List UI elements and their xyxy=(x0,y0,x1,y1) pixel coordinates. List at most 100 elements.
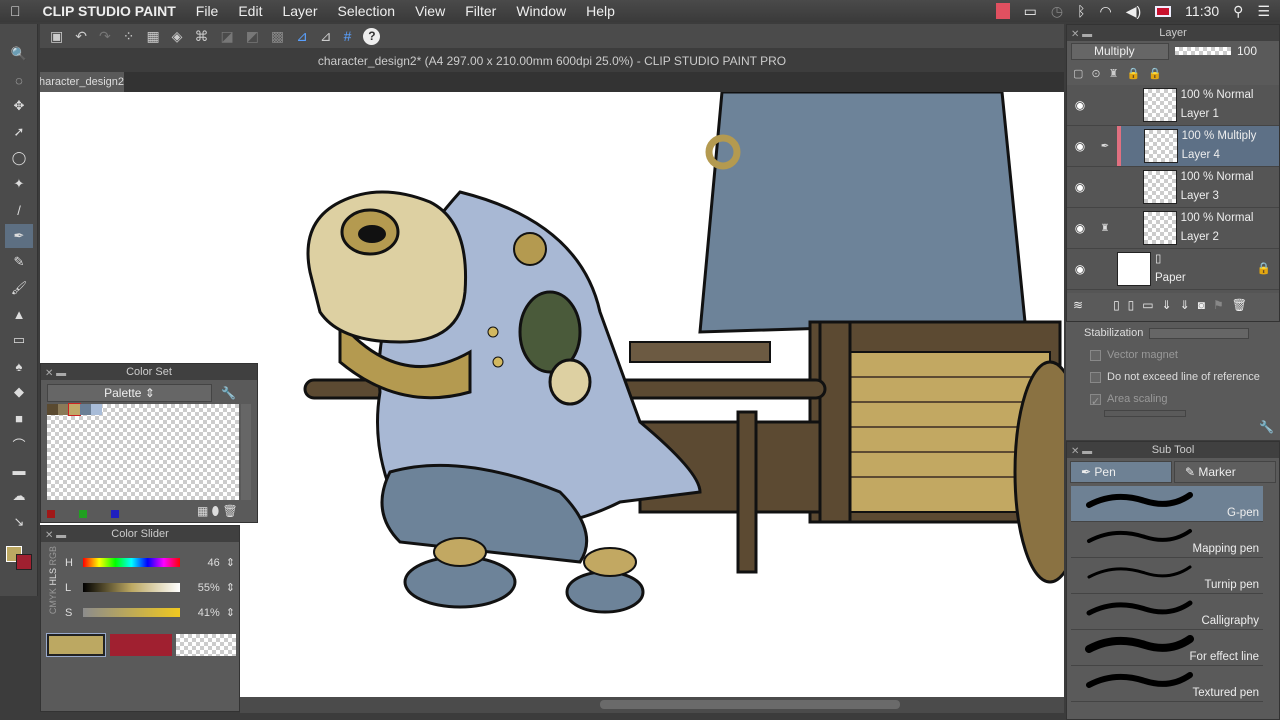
blend-mode-dropdown[interactable]: Multiply xyxy=(1071,42,1169,60)
layer-row[interactable]: ◉ ✒ 100 % Multiply Layer 4 xyxy=(1067,126,1279,167)
color-icon[interactable]: ▢ xyxy=(1073,67,1083,80)
bluetooth-icon[interactable]: ᛒ xyxy=(1077,3,1085,19)
main-color-box[interactable] xyxy=(46,633,106,657)
lock-transparent-icon[interactable]: 🔒 xyxy=(1148,67,1162,80)
move-tool-icon[interactable]: ✥ xyxy=(5,94,33,118)
gradient-tool-icon[interactable]: ■ xyxy=(5,406,33,430)
figure-tool-icon[interactable]: ⌒ xyxy=(5,432,33,456)
transparent-color-box[interactable] xyxy=(176,634,236,656)
mask-icon[interactable]: ◙ xyxy=(1198,298,1205,312)
panel-close-icon[interactable]: ✕ ▬ xyxy=(45,366,66,382)
delete-layer-icon[interactable]: 🗑 xyxy=(1232,298,1247,312)
eye-icon[interactable]: ◉ xyxy=(1067,180,1093,194)
area-scaling-checkbox[interactable]: ✓ xyxy=(1090,393,1101,408)
palette-dropdown[interactable]: Palette ⇕ xyxy=(47,384,212,402)
clear-outside-icon[interactable]: ◩ xyxy=(246,28,259,45)
menu-edit[interactable]: Edit xyxy=(228,3,272,19)
green-swatch[interactable] xyxy=(79,510,87,518)
saturation-value[interactable]: 41% xyxy=(180,607,220,619)
hue-slider[interactable] xyxy=(82,558,180,567)
volume-icon[interactable]: ◀) xyxy=(1126,3,1141,20)
clock[interactable]: 11:30 xyxy=(1185,3,1219,19)
frame-tool-icon[interactable]: ▬ xyxy=(5,458,33,482)
panel-close-icon[interactable]: ✕ ▬ xyxy=(1071,444,1092,460)
new-vector-layer-icon[interactable]: ▯ xyxy=(1128,298,1135,312)
menu-filter[interactable]: Filter xyxy=(455,3,506,19)
saturation-slider[interactable] xyxy=(82,608,180,617)
eye-icon[interactable]: ◉ xyxy=(1067,221,1093,235)
color-swatch[interactable] xyxy=(80,404,91,415)
menu-selection[interactable]: Selection xyxy=(328,3,406,19)
stabilization-slider[interactable] xyxy=(1149,327,1250,339)
search-icon[interactable]: ⚲ xyxy=(1233,3,1243,20)
eye-icon[interactable]: ◉ xyxy=(1067,98,1093,112)
eyedropper-icon[interactable]: / xyxy=(5,198,33,222)
tab-pen[interactable]: ✒ Pen xyxy=(1070,461,1172,483)
new-raster-layer-icon[interactable]: ▯ xyxy=(1113,298,1120,312)
balloon-tool-icon[interactable]: ☁ xyxy=(5,484,33,508)
menu-layer[interactable]: Layer xyxy=(272,3,327,19)
new-folder-icon[interactable]: ▭ xyxy=(1142,298,1153,312)
operation-tool-icon[interactable]: ➚ xyxy=(5,120,33,144)
layer-row[interactable]: ◉ 100 % Normal Layer 3 xyxy=(1067,167,1279,208)
layer-row[interactable]: ◉ ▯ Paper 🔒 xyxy=(1067,249,1279,290)
brush-item[interactable]: Turnip pen xyxy=(1071,558,1263,594)
panel-close-icon[interactable]: ✕ ▬ xyxy=(45,528,66,544)
list-icon[interactable]: ☰ xyxy=(1257,3,1270,20)
horizontal-scrollbar[interactable] xyxy=(240,697,1064,713)
layer-row[interactable]: ◉ 100 % Normal Layer 1 xyxy=(1067,85,1279,126)
lightness-value[interactable]: 55% xyxy=(180,582,220,594)
tab-hls[interactable]: HLS xyxy=(48,568,58,586)
zoom-tool-icon[interactable]: 🔍 xyxy=(5,42,33,66)
blue-swatch[interactable] xyxy=(111,510,119,518)
time-machine-icon[interactable]: ◷ xyxy=(1051,3,1063,20)
tab-document[interactable]: character_design2* xyxy=(40,72,124,92)
menu-view[interactable]: View xyxy=(405,3,455,19)
settings-icon[interactable]: 🔧 xyxy=(1259,420,1274,434)
magic-wand-icon[interactable]: ✦ xyxy=(5,172,33,196)
help-icon[interactable]: ? xyxy=(363,27,381,45)
undo-icon[interactable]: ↶ xyxy=(75,28,87,45)
vector-magnet-checkbox[interactable] xyxy=(1090,349,1101,361)
redo-icon[interactable]: ↷ xyxy=(99,28,111,45)
brush-item[interactable]: G-pen xyxy=(1071,486,1263,522)
brush-item[interactable]: For effect line xyxy=(1071,630,1263,666)
brush-tool-icon[interactable]: 🖌 xyxy=(5,276,33,300)
color-swatch[interactable] xyxy=(91,404,102,415)
swatch-scrollbar[interactable] xyxy=(241,404,251,500)
grid-snap-icon[interactable]: # xyxy=(344,28,352,44)
tab-cmyk[interactable]: CMYK xyxy=(48,588,58,614)
uk-flag-icon[interactable] xyxy=(1155,5,1172,17)
deselect-icon[interactable]: ⁘ xyxy=(123,28,135,45)
panel-close-icon[interactable]: ✕ ▬ xyxy=(1071,27,1092,43)
tab-rgb[interactable]: RGB xyxy=(48,546,58,566)
sub-color-box[interactable] xyxy=(110,634,172,656)
eraser-tool-icon[interactable]: ▭ xyxy=(5,328,33,352)
eye-icon[interactable]: ◉ xyxy=(1067,139,1093,153)
transform-icon[interactable]: ⌘ xyxy=(194,28,208,45)
lock-icon[interactable]: 🔒 xyxy=(1127,67,1141,80)
fill-tool-icon[interactable]: ◆ xyxy=(5,380,33,404)
select-all-icon[interactable]: ▦ xyxy=(146,28,159,45)
no-exceed-checkbox[interactable] xyxy=(1090,371,1101,383)
color-swatch[interactable] xyxy=(68,403,81,416)
tab-marker[interactable]: ✎ Marker xyxy=(1174,461,1276,483)
menu-help[interactable]: Help xyxy=(576,3,625,19)
ruler-snap-icon[interactable]: ⊿ xyxy=(296,28,308,45)
lock-icon[interactable]: 🔒 xyxy=(1257,260,1271,279)
opacity-value[interactable]: 100 xyxy=(1237,44,1257,58)
color-swatch[interactable] xyxy=(58,404,69,415)
reference-icon[interactable]: ♜ xyxy=(1109,67,1119,80)
clear-icon[interactable]: ◪ xyxy=(220,28,233,45)
pencil-tool-icon[interactable]: ✎ xyxy=(5,250,33,274)
sub-color-swatch[interactable] xyxy=(16,554,32,570)
brush-item[interactable]: Textured pen xyxy=(1071,666,1263,702)
apple-icon[interactable]:  xyxy=(0,3,31,19)
app-menu[interactable]: CLIP STUDIO PAINT xyxy=(31,3,186,19)
lasso-tool-icon[interactable]: ◯ xyxy=(5,146,33,170)
wifi-icon[interactable]: ◠ xyxy=(1100,3,1112,20)
rotate-tool-icon[interactable]: ◌ xyxy=(5,68,33,92)
crop-icon[interactable]: ▩ xyxy=(271,28,284,45)
area-scaling-slider[interactable] xyxy=(1104,410,1186,417)
fill-selection-icon[interactable]: ◈ xyxy=(172,28,183,45)
